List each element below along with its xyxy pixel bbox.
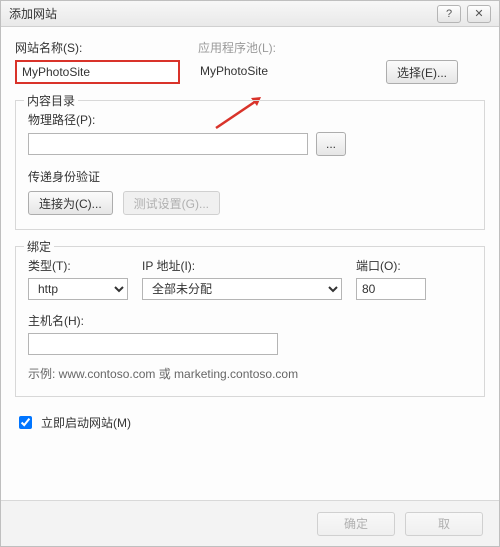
- close-button[interactable]: ✕: [467, 5, 491, 23]
- physical-path-label: 物理路径(P):: [28, 111, 472, 128]
- site-name-label: 网站名称(S):: [15, 39, 180, 56]
- binding-legend: 绑定: [24, 238, 54, 255]
- app-pool-display: [198, 60, 368, 82]
- browse-path-button[interactable]: ...: [316, 132, 346, 156]
- app-pool-label: 应用程序池(L):: [198, 39, 368, 56]
- port-label: 端口(O):: [356, 257, 426, 274]
- site-name-input[interactable]: [15, 60, 180, 84]
- hostname-example: 示例: www.contoso.com 或 marketing.contoso.…: [28, 365, 472, 382]
- port-input[interactable]: [356, 278, 426, 300]
- hostname-label: 主机名(H):: [28, 312, 278, 329]
- dialog-footer: 确定 取: [1, 500, 499, 546]
- select-pool-button[interactable]: 选择(E)...: [386, 60, 458, 84]
- test-settings-button[interactable]: 测试设置(G)...: [123, 191, 220, 215]
- start-immediately-checkbox[interactable]: 立即启动网站(M): [15, 413, 485, 432]
- hostname-input[interactable]: [28, 333, 278, 355]
- binding-type-label: 类型(T):: [28, 257, 128, 274]
- binding-type-select[interactable]: http: [28, 278, 128, 300]
- ip-address-select[interactable]: 全部未分配: [142, 278, 342, 300]
- connect-as-button[interactable]: 连接为(C)...: [28, 191, 113, 215]
- ip-address-label: IP 地址(I):: [142, 257, 342, 274]
- dialog-content: 网站名称(S): 应用程序池(L): 选择(E)... 内容目录 物理路径(P)…: [1, 27, 499, 440]
- start-immediately-input[interactable]: [19, 416, 32, 429]
- binding-group: 绑定 类型(T): http IP 地址(I): 全部未分配 端口(O):: [15, 246, 485, 397]
- physical-path-input[interactable]: [28, 133, 308, 155]
- window-title: 添加网站: [9, 5, 431, 22]
- help-button[interactable]: ?: [437, 5, 461, 23]
- passthrough-auth-label: 传递身份验证: [28, 168, 472, 185]
- content-directory-group: 内容目录 物理路径(P): ... 传递身份验证 连接为(C)... 测试设置(…: [15, 100, 485, 230]
- add-website-dialog: 添加网站 ? ✕ 网站名称(S): 应用程序池(L): 选择(E)... 内容目…: [0, 0, 500, 547]
- start-immediately-label: 立即启动网站(M): [41, 414, 131, 431]
- ok-button[interactable]: 确定: [317, 512, 395, 536]
- content-directory-legend: 内容目录: [24, 92, 78, 109]
- cancel-button[interactable]: 取: [405, 512, 483, 536]
- titlebar: 添加网站 ? ✕: [1, 1, 499, 27]
